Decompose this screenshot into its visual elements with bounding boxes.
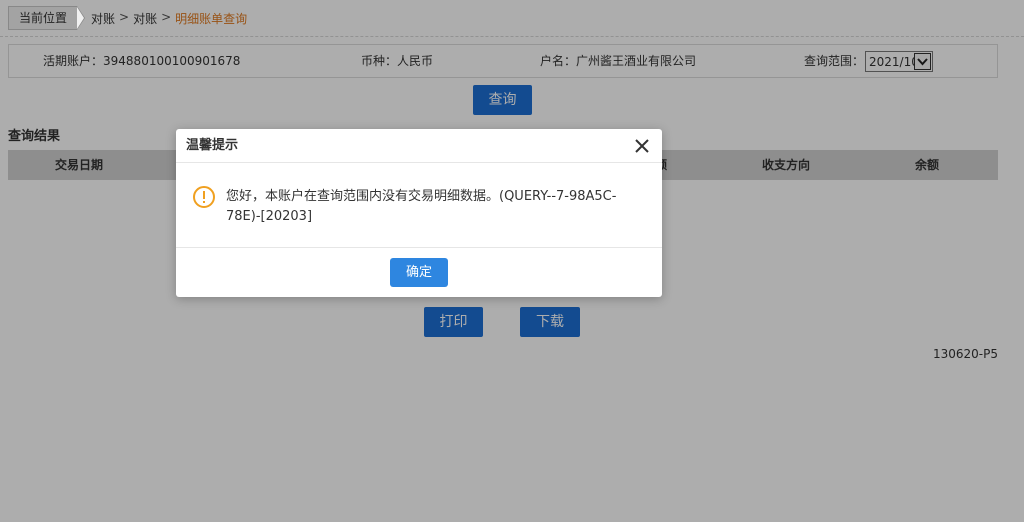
dialog-header: 温馨提示 <box>176 129 662 163</box>
alert-dialog: 温馨提示 您好，本账户在查询范围内没有交易明细数据。(QUERY--7-98A5… <box>176 129 662 297</box>
dialog-body: 您好，本账户在查询范围内没有交易明细数据。(QUERY--7-98A5C-78E… <box>176 163 662 248</box>
dialog-footer: 确定 <box>176 248 662 296</box>
close-icon[interactable] <box>632 136 652 156</box>
dialog-message: 您好，本账户在查询范围内没有交易明细数据。(QUERY--7-98A5C-78E… <box>226 189 617 224</box>
warning-icon <box>192 185 216 209</box>
dialog-title: 温馨提示 <box>186 138 239 153</box>
confirm-button[interactable]: 确定 <box>390 258 448 287</box>
